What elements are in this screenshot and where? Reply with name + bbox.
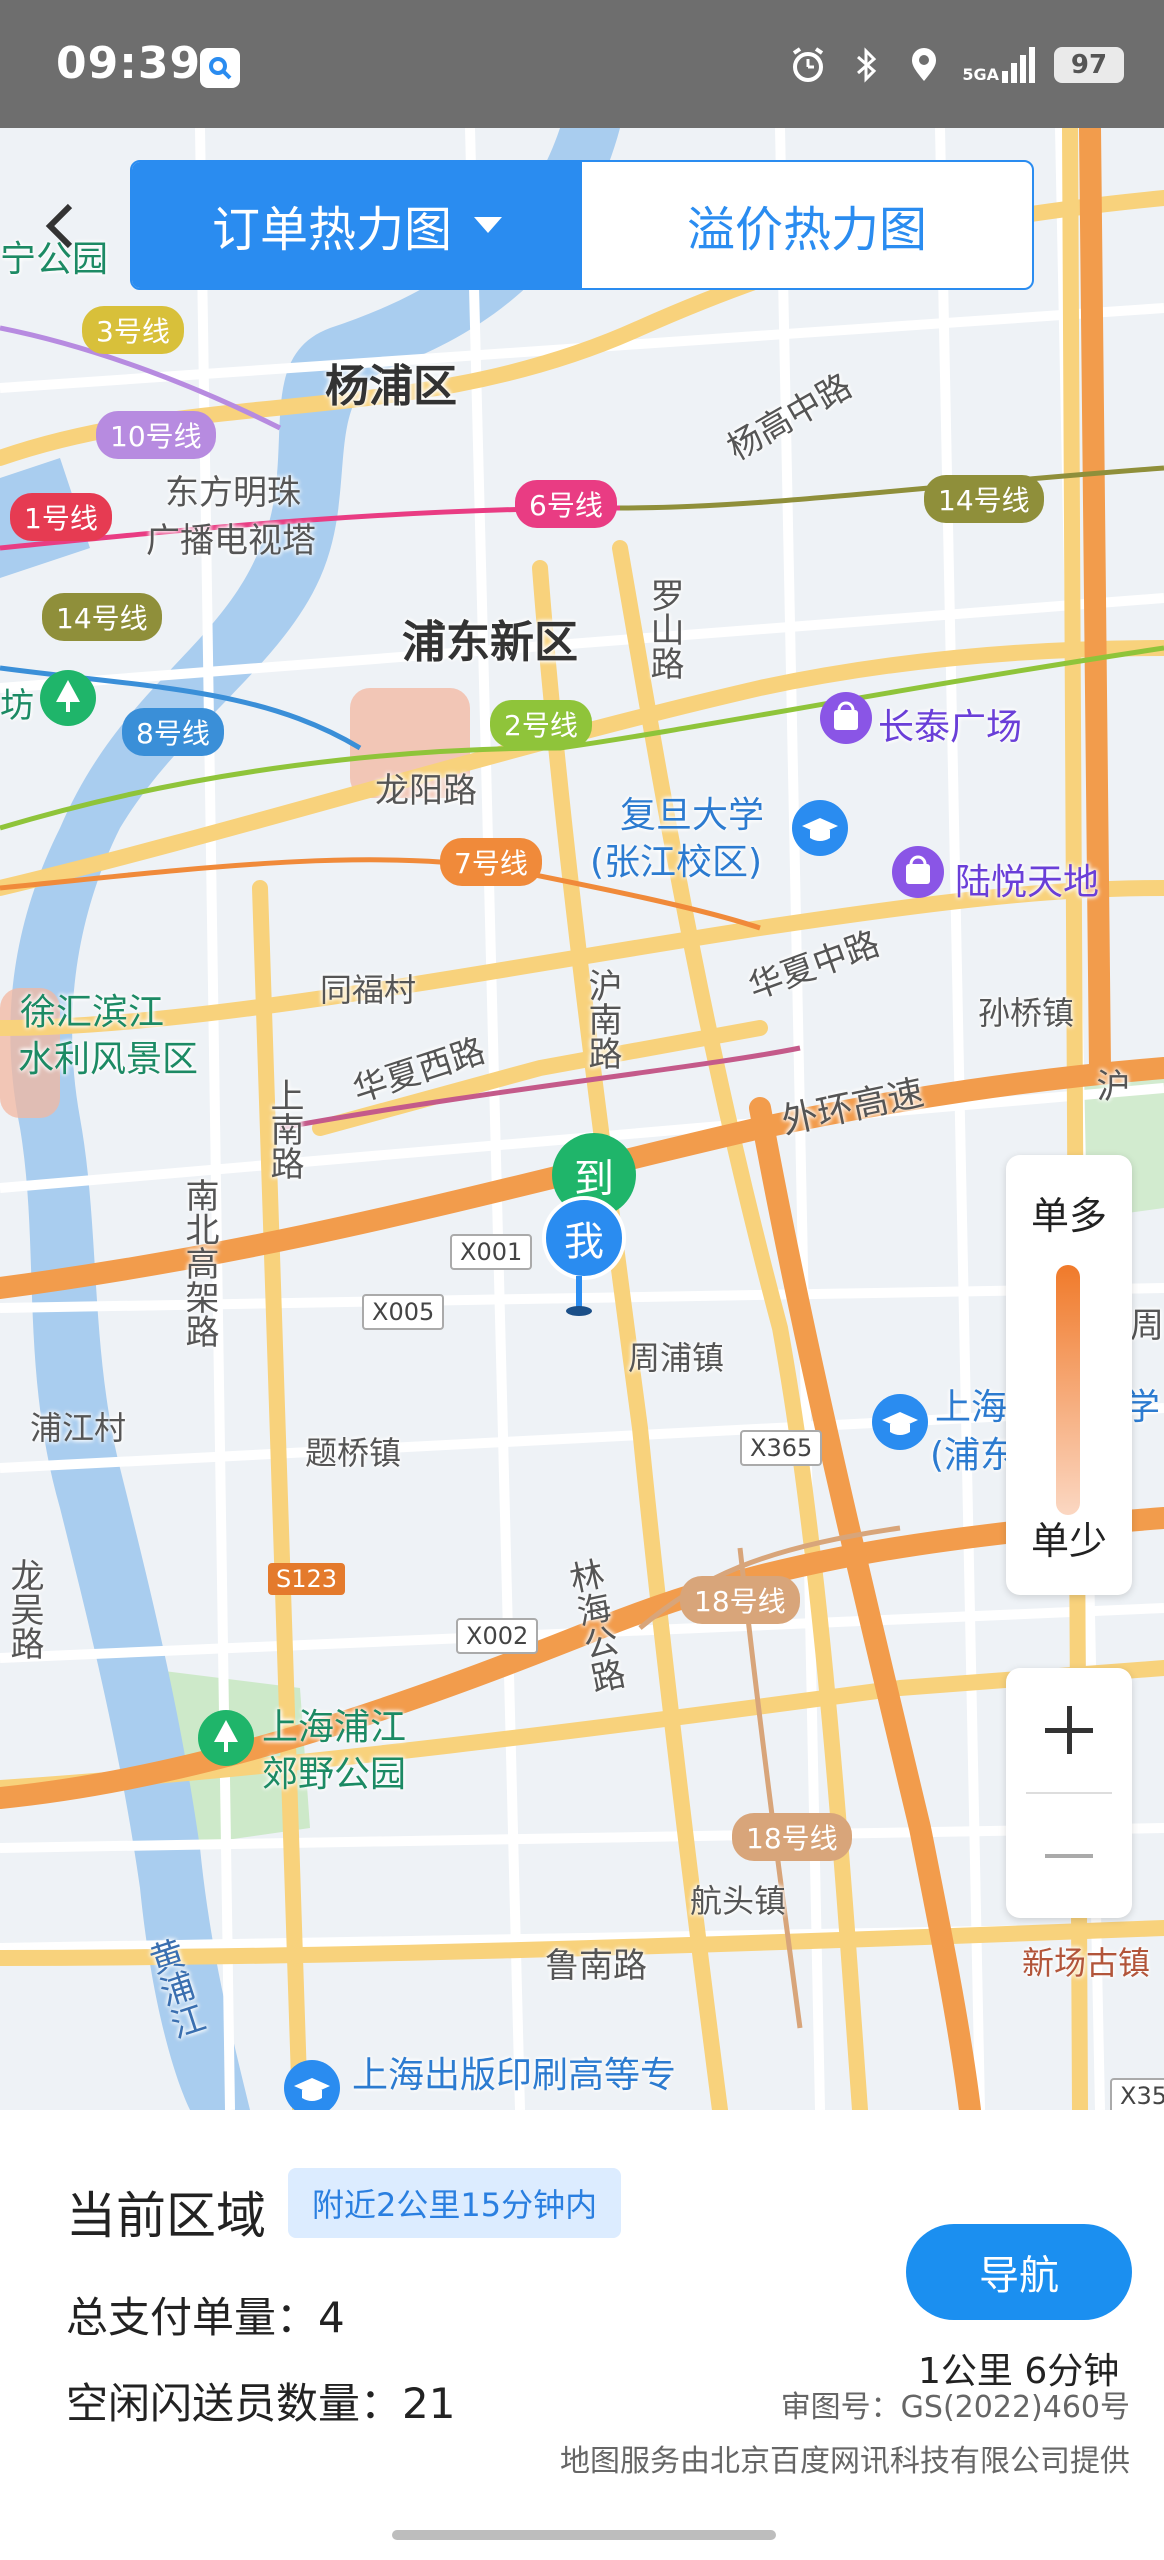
heatmap-legend: 单多 单少 [1006,1155,1132,1595]
poi-label-park-1: 上海浦江 [262,1707,407,1748]
home-indicator[interactable] [392,2530,776,2540]
region-info-panel: 当前区域 附近2公里15分钟内 总支付单量：4 空闲闪送员数量：21 导航 1公… [0,2110,1164,2560]
zoom-control [1006,1668,1132,1918]
metro-line-badge: 14号线 [42,593,162,641]
marker-pin-base [566,1306,592,1316]
status-bar: 09:39 5GA 97 [0,0,1164,128]
town-label-hangtou: 航头镇 [690,1882,787,1920]
metro-line-badge: 18号线 [680,1576,800,1624]
my-location-marker[interactable]: 我 [542,1196,626,1280]
signal-icon: 5GA [962,47,1036,83]
road-label-edge-zhou: 周 [1130,1306,1164,1346]
heatmap-tabs: 订单热力图 溢价热力图 [130,160,1034,290]
status-icons: 5GA 97 [788,40,1124,90]
battery-indicator: 97 [1054,47,1124,83]
road-code-badge: X001 [450,1234,533,1270]
total-orders-stat: 总支付单量：4 [66,2293,345,2342]
minus-icon [1045,1854,1093,1858]
road-label-shangnan: 上南路 [264,1078,304,1180]
search-app-icon [200,48,240,88]
navigate-button[interactable]: 导航 [906,2224,1132,2320]
bluetooth-icon [857,47,877,83]
road-code-badge: X365 [740,1430,823,1466]
poi-label-xuhui-1: 徐汇滨江 [20,992,165,1033]
metro-line-badge: 3号线 [82,306,184,354]
town-label-xinchang: 新场古镇 [1022,1944,1151,1982]
metro-line-badge: 8号线 [122,708,224,756]
town-label-pujiang-village: 浦江村 [30,1409,127,1447]
road-label-lunan: 鲁南路 [545,1946,647,1986]
district-label-yangpu: 杨浦区 [325,361,457,412]
shopping-bag-icon[interactable] [818,690,874,754]
map-view[interactable]: 杨浦区 浦东新区 宁公园 东方明珠 广播电视塔 杨高中路 罗山路 龙阳路 复旦大… [0,128,1164,2110]
zoom-out-button[interactable] [1006,1794,1132,1918]
road-label-hunan: 沪南路 [582,968,622,1070]
back-arrow-icon[interactable] [40,196,80,256]
map-approval-number: 审图号：GS(2022)460号 [780,2390,1130,2425]
school-icon[interactable] [790,798,850,858]
poi-label-dongfang-2: 广播电视塔 [146,521,316,561]
status-time: 09:39 [56,38,202,89]
legend-gradient-bar [1056,1265,1080,1515]
map-provider-credit: 地图服务由北京百度网讯科技有限公司提供 [560,2444,1130,2479]
poi-label-fudan-1: 复旦大学 [620,795,765,836]
metro-line-badge: 14号线 [924,475,1044,523]
poi-label-fudan-2: (张江校区) [590,842,763,883]
idle-couriers-stat: 空闲闪送员数量：21 [66,2379,456,2428]
district-label-pudong: 浦东新区 [402,617,578,668]
town-label-tiqiao: 题桥镇 [305,1434,402,1472]
metro-line-badge: 2号线 [490,700,592,748]
road-label-luoshan: 罗山路 [644,578,684,680]
legend-top-label: 单多 [1030,1194,1107,1238]
shopping-bag-icon[interactable] [890,844,946,908]
metro-line-badge: 10号线 [96,411,216,459]
road-label-longyang: 龙阳路 [375,771,477,811]
poi-label-dongfang-1: 东方明珠 [165,473,301,513]
town-label-sunqiao: 孙桥镇 [978,994,1075,1032]
school-icon[interactable] [282,2058,342,2110]
school-icon[interactable] [870,1392,930,1452]
poi-label-shanghai-u-2: (浦东 [930,1435,1017,1476]
zoom-in-button[interactable] [1006,1668,1132,1792]
poi-label-park-2: 郊野公园 [262,1754,407,1795]
poi-label-printing-college: 上海出版印刷高等专 [352,2055,677,2096]
town-label-zhoupu: 周浦镇 [628,1339,725,1377]
alarm-icon [793,47,824,82]
poi-label-shanghai-u-1: 上海 [935,1387,1008,1428]
poi-label-luyue: 陆悦天地 [955,862,1100,903]
park-icon[interactable] [38,668,98,728]
caret-down-icon [474,217,502,233]
road-label-longwu: 龙吴路 [4,1558,44,1660]
town-label-tongfu: 同福村 [320,971,417,1009]
marker-pin [576,1276,582,1310]
metro-line-badge: 18号线 [732,1813,852,1861]
tab-order-heatmap[interactable]: 订单热力图 [132,162,582,288]
road-label-edge-hu: 沪 [1090,1068,1130,1102]
legend-bottom-label: 单少 [1030,1519,1107,1563]
poi-label-changtai: 长泰广场 [878,707,1023,748]
region-title: 当前区域 [66,2187,266,2245]
metro-line-badge: 7号线 [440,838,542,886]
metro-line-badge: 1号线 [10,493,112,541]
road-code-badge: X002 [456,1618,539,1654]
park-icon[interactable] [196,1708,256,1768]
tab-premium-heatmap[interactable]: 溢价热力图 [582,162,1032,288]
road-code-badge: S123 [268,1563,346,1595]
metro-line-badge: 6号线 [515,480,617,528]
road-label-nanbei: 南北高架路 [179,1178,219,1348]
road-code-badge: X005 [362,1294,445,1330]
plus-icon [1045,1706,1093,1754]
road-code-badge: X35 [1110,2078,1164,2110]
poi-label-edge-fang: 坊 [0,686,34,726]
location-icon [912,48,937,81]
poi-label-xuhui-2: 水利风景区 [18,1039,199,1080]
region-range-badge: 附近2公里15分钟内 [288,2168,622,2238]
